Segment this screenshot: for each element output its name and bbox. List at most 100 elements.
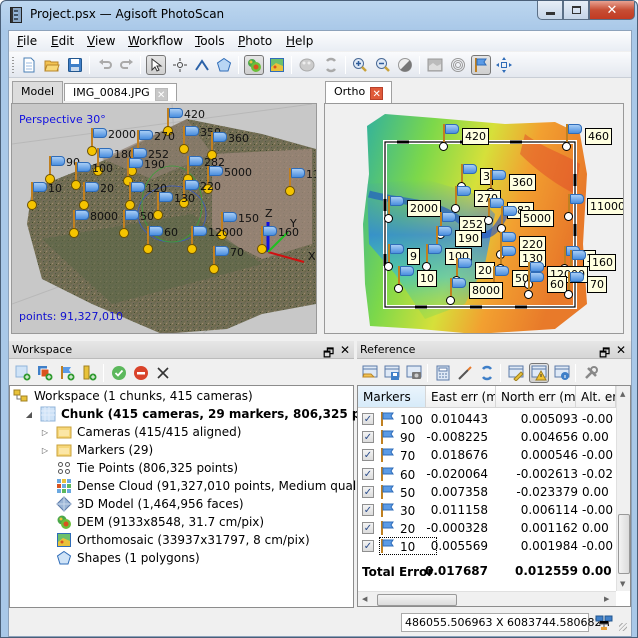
tree-item-dense-cloud[interactable]: Dense Cloud (91,327,010 points, Medium q…: [56, 477, 376, 495]
open-button[interactable]: [42, 55, 62, 75]
tab-close-icon[interactable]: ✕: [154, 88, 168, 101]
menu-file[interactable]: File: [17, 34, 37, 48]
horizontal-scrollbar[interactable]: ◀ ▶: [358, 591, 616, 606]
new-button[interactable]: [19, 55, 39, 75]
marker-flag[interactable]: [153, 190, 176, 222]
menu-photo[interactable]: Photo: [238, 34, 272, 48]
scrollbar-thumb[interactable]: [618, 514, 630, 574]
menu-edit[interactable]: Edit: [51, 34, 74, 48]
close-button[interactable]: ✕: [589, 1, 635, 20]
marker-flag[interactable]: [439, 122, 462, 154]
marker-flag[interactable]: [179, 124, 202, 156]
zoom-in-button[interactable]: [350, 55, 370, 75]
marker-flag[interactable]: [285, 166, 308, 198]
shape-button[interactable]: [214, 55, 234, 75]
ortho-viewport[interactable]: 4204603360270200011000252282500019022091…: [324, 103, 624, 334]
ruler-button[interactable]: [192, 55, 212, 75]
marker-flag[interactable]: [119, 208, 142, 240]
point-button[interactable]: [170, 55, 190, 75]
vertical-scrollbar[interactable]: ▲ ▼: [616, 386, 630, 591]
table-row[interactable]: ✓ 10 0.005569 0.001984 -0.00: [358, 537, 618, 556]
column-header-alt-err[interactable]: Alt. err: [576, 386, 616, 408]
row-checkbox[interactable]: ✓: [362, 522, 374, 535]
marker-flag[interactable]: [446, 276, 469, 308]
expand-arrow-icon[interactable]: ▷: [40, 446, 50, 455]
table-row[interactable]: ✓ 50 0.007358 -0.023379 0.00: [358, 483, 618, 501]
navigation-button[interactable]: [146, 55, 166, 75]
marker-flag[interactable]: [564, 270, 587, 302]
menu-help[interactable]: Help: [286, 34, 313, 48]
row-checkbox[interactable]: ✓: [362, 431, 374, 444]
add-chunk-button[interactable]: [13, 363, 33, 383]
texture-button[interactable]: [297, 55, 317, 75]
tree-item-tie-points[interactable]: Tie Points (806,325 points): [56, 459, 238, 477]
tab-ortho[interactable]: Ortho ✕: [325, 81, 393, 103]
model-viewport[interactable]: Perspective 30° points: 91,327,010 Z Y X…: [11, 103, 317, 334]
scroll-left-icon[interactable]: ◀: [362, 595, 367, 603]
marker-flag[interactable]: [187, 224, 210, 256]
menu-tools[interactable]: Tools: [195, 34, 225, 48]
minimize-button[interactable]: [537, 1, 563, 20]
table-row[interactable]: ✓ 100 0.010443 0.005093 -0.00: [358, 410, 618, 428]
tab-image[interactable]: IMG_0084.JPG ✕: [64, 83, 177, 101]
tree-item-3d-model[interactable]: 3D Model (1,464,956 faces): [56, 495, 244, 513]
save-button[interactable]: [65, 55, 85, 75]
add-photos-button[interactable]: [35, 363, 55, 383]
info-button[interactable]: [552, 363, 572, 383]
scrollbar-thumb[interactable]: [377, 594, 457, 606]
scroll-up-icon[interactable]: ▲: [620, 390, 625, 398]
camera-ref-button[interactable]: [404, 363, 424, 383]
menu-view[interactable]: View: [87, 34, 115, 48]
undo-button[interactable]: [95, 55, 115, 75]
resize-grip[interactable]: [619, 623, 627, 631]
model-button[interactable]: [448, 55, 468, 75]
tree-item-orthomosaic[interactable]: Orthomosaic (33937x31797, 8 cm/pix): [56, 531, 310, 549]
column-header-markers[interactable]: Markers: [358, 386, 426, 408]
redo-button[interactable]: [117, 55, 137, 75]
row-checkbox[interactable]: ✓: [362, 467, 374, 480]
table-row[interactable]: ✓ 30 0.011158 0.006114 -0.00: [358, 501, 618, 519]
maximize-button[interactable]: [563, 1, 589, 20]
edit-button[interactable]: [506, 363, 526, 383]
marker-flag[interactable]: [27, 180, 50, 212]
marker-flag[interactable]: [69, 208, 92, 240]
wand-button[interactable]: [455, 363, 475, 383]
zoom-out-button[interactable]: [373, 55, 393, 75]
row-checkbox[interactable]: ✓: [362, 485, 374, 498]
row-checkbox[interactable]: ✓: [362, 540, 374, 553]
add-marker-button[interactable]: [57, 363, 77, 383]
settings-button[interactable]: [581, 363, 601, 383]
shading-button[interactable]: [395, 55, 415, 75]
table-row[interactable]: ✓ 90 -0.008225 0.004656 0.00: [358, 428, 618, 446]
tree-item-workspace[interactable]: Workspace (1 chunks, 415 cameras): [13, 387, 253, 405]
row-checkbox[interactable]: ✓: [362, 449, 374, 462]
table-row[interactable]: ✓ 60 -0.020064 -0.002613 -0.02: [358, 465, 618, 483]
dem-button[interactable]: [244, 55, 264, 75]
expand-arrow-icon[interactable]: ▷: [40, 428, 50, 437]
marker-flag[interactable]: [524, 270, 547, 302]
errors-button[interactable]: [529, 363, 549, 383]
tab-close-icon[interactable]: ✕: [370, 87, 384, 100]
calculator-button[interactable]: [433, 363, 453, 383]
scroll-right-icon[interactable]: ▶: [604, 595, 609, 603]
markers-button[interactable]: [471, 55, 491, 75]
rotate-button[interactable]: [321, 55, 341, 75]
menu-workflow[interactable]: Workflow: [128, 34, 183, 48]
import-button[interactable]: [360, 363, 380, 383]
marker-flag[interactable]: [143, 224, 166, 256]
enable-button[interactable]: [109, 363, 129, 383]
table-row[interactable]: ✓ 70 0.018676 0.000546 -0.00: [358, 446, 618, 464]
table-row[interactable]: ✓ 20 -0.000328 0.001162 0.00: [358, 519, 618, 537]
reset-view-button[interactable]: [494, 55, 514, 75]
marker-flag[interactable]: [394, 264, 417, 296]
marker-flag[interactable]: [384, 194, 407, 226]
toolbar-grip[interactable]: [12, 57, 14, 73]
row-checkbox[interactable]: ✓: [362, 413, 374, 425]
network-button[interactable]: [594, 613, 614, 633]
tree-item-shapes[interactable]: Shapes (1 polygons): [56, 549, 200, 567]
dock-close-icon[interactable]: ✕: [616, 343, 626, 357]
tree-item-dem[interactable]: DEM (9133x8548, 31.7 cm/pix): [56, 513, 264, 531]
marker-flag[interactable]: [564, 192, 587, 224]
scroll-down-icon[interactable]: ▼: [620, 580, 625, 588]
remove-button[interactable]: [153, 363, 173, 383]
